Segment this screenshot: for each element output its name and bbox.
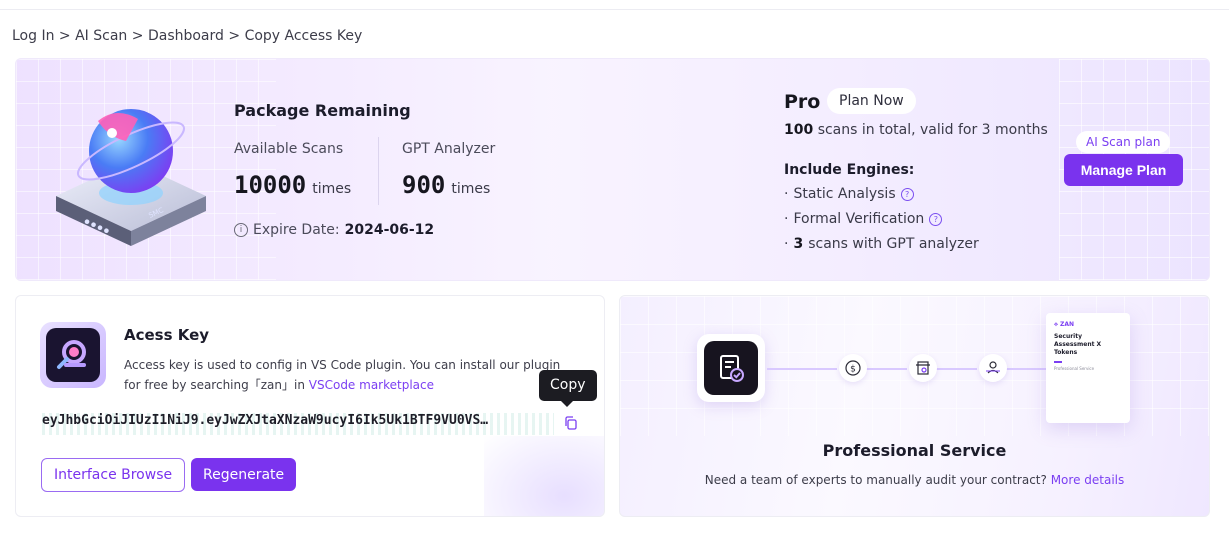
expire-value: 2024-06-12	[344, 222, 435, 238]
engine-label: scans with GPT analyzer	[808, 236, 979, 252]
gpt-analyzer-value: 900 times	[402, 171, 490, 199]
scan-globe-illustration: ● ● ● ● SMC	[56, 109, 206, 246]
breadcrumb-separator: >	[54, 28, 76, 44]
access-key-card: Acess Key Access key is used to config i…	[15, 295, 605, 517]
engine-gpt-analyzer: · 3 scans with GPT analyzer	[784, 236, 979, 252]
stat-divider	[378, 137, 379, 205]
available-scans-unit: times	[312, 181, 352, 197]
engine-static-analysis: · Static Analysis ?	[784, 186, 914, 202]
plan-name: Pro	[784, 91, 821, 113]
plan-now-button[interactable]: Plan Now	[827, 88, 916, 114]
available-scans-value: 10000 times	[234, 171, 351, 199]
service-description: Need a team of experts to manually audit…	[704, 473, 1125, 487]
info-icon: i	[234, 223, 248, 237]
card-glow	[484, 436, 604, 516]
breadcrumb: Log In > AI Scan > Dashboard > Copy Acce…	[12, 28, 362, 44]
available-scans-label: Available Scans	[234, 141, 344, 157]
magnifier-key-icon	[57, 340, 86, 369]
dollar-icon: $	[839, 354, 867, 382]
flow-connector	[767, 368, 837, 370]
vscode-marketplace-link[interactable]: VSCode marketplace	[309, 378, 434, 392]
breadcrumb-separator: >	[127, 28, 148, 44]
more-details-link[interactable]: More details	[1051, 473, 1125, 487]
interface-browse-button[interactable]: Interface Browse	[41, 458, 186, 492]
available-scans-number: 10000	[234, 171, 307, 199]
expire-label: Expire Date:	[253, 222, 340, 238]
breadcrumb-ai-scan[interactable]: AI Scan	[75, 28, 127, 44]
flow-connector	[1005, 368, 1047, 370]
access-key-value: eyJhbGciOiJIUzI1NiJ9.eyJwZXJtaXNzaW9ucyI…	[42, 413, 554, 435]
manage-plan-button[interactable]: Manage Plan	[1064, 154, 1183, 186]
gpt-analyzer-unit: times	[451, 181, 491, 197]
regenerate-button[interactable]: Regenerate	[191, 458, 297, 491]
breadcrumb-separator: >	[223, 28, 245, 44]
report-subtitle: Professional Service	[1054, 365, 1095, 371]
professional-service-card: $ ⟡ ZAN Security Assessment X Tokens Pro…	[619, 295, 1210, 517]
document-search-icon	[909, 354, 937, 382]
plan-scans-total: 100	[784, 122, 814, 138]
report-title: Security Assessment X Tokens	[1054, 333, 1102, 356]
breadcrumb-login[interactable]: Log In	[12, 28, 54, 44]
copy-tooltip: Copy	[539, 370, 597, 407]
service-title: Professional Service	[822, 441, 1007, 460]
engine-label: Static Analysis	[793, 186, 896, 202]
report-logo: ⟡ ZAN	[1054, 321, 1075, 328]
breadcrumb-dashboard[interactable]: Dashboard	[148, 28, 224, 44]
document-check-icon	[720, 355, 744, 382]
plan-scans-summary: 100 scans in total, valid for 3 months	[784, 122, 1048, 138]
flow-connector	[865, 368, 907, 370]
help-icon[interactable]: ?	[929, 212, 943, 226]
expire-date: i Expire Date: 2024-06-12	[234, 222, 434, 238]
gpt-analyzer-number: 900	[402, 171, 446, 199]
access-key-description: Access key is used to config in VS Code …	[124, 358, 561, 392]
help-icon[interactable]: ?	[900, 187, 914, 201]
gpt-analyzer-label: GPT Analyzer	[402, 141, 496, 157]
key-icon	[40, 322, 106, 388]
report-preview: ⟡ ZAN Security Assessment X Tokens Profe…	[1046, 313, 1130, 423]
plan-scans-text: scans in total, valid for 3 months	[817, 122, 1048, 138]
package-card: ● ● ● ● SMC Package Remaining Available …	[15, 58, 1210, 281]
audit-report-icon	[697, 334, 765, 402]
flow-connector	[935, 368, 977, 370]
access-key-title: Acess Key	[124, 326, 210, 344]
svg-text:$: $	[850, 365, 856, 375]
copy-icon[interactable]	[563, 415, 579, 431]
breadcrumb-current: Copy Access Key	[244, 28, 363, 44]
engine-label: Formal Verification	[793, 211, 925, 227]
ai-scan-plan-tag: AI Scan plan	[1076, 131, 1171, 153]
package-title: Package Remaining	[234, 101, 411, 120]
engine-formal-verification: · Formal Verification ?	[784, 211, 943, 227]
user-icon	[979, 354, 1007, 382]
top-divider	[0, 9, 1229, 10]
engines-title: Include Engines:	[784, 162, 915, 178]
engine-gpt-count: 3	[793, 236, 804, 252]
